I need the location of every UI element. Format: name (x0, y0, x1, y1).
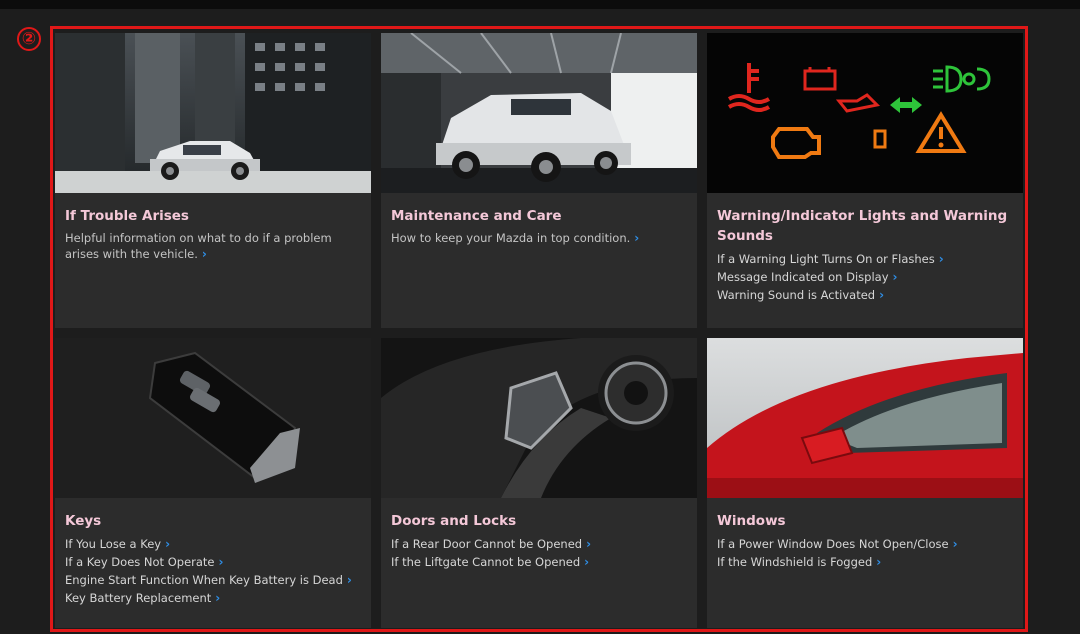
chevron-right-icon: › (876, 555, 882, 569)
card-image-key-fob (55, 338, 371, 498)
link-windshield-fogged[interactable]: If the Windshield is Fogged › (717, 553, 1015, 571)
link-rear-door[interactable]: If a Rear Door Cannot be Opened › (391, 535, 689, 553)
card-title[interactable]: Keys (65, 511, 363, 531)
card-title[interactable]: If Trouble Arises (65, 206, 363, 226)
link-engine-start-dead-battery[interactable]: Engine Start Function When Key Battery i… (65, 571, 363, 589)
card-warning-indicator-lights[interactable]: Warning/Indicator Lights and Warning Sou… (707, 33, 1023, 328)
annotation-badge: ② (17, 27, 41, 51)
card-windows[interactable]: Windows If a Power Window Does Not Open/… (707, 338, 1023, 628)
card-title[interactable]: Windows (717, 511, 1015, 531)
card-image-door-handle (381, 338, 697, 498)
top-bar (0, 0, 1080, 9)
link-lose-key[interactable]: If You Lose a Key › (65, 535, 363, 553)
chevron-right-icon: › (584, 555, 590, 569)
chevron-right-icon: › (586, 537, 592, 551)
card-image-suv-city (55, 33, 371, 193)
chevron-right-icon: › (201, 247, 207, 261)
card-title[interactable]: Warning/Indicator Lights and Warning Sou… (717, 206, 1015, 246)
chevron-right-icon: › (952, 537, 958, 551)
card-description[interactable]: How to keep your Mazda in top condition.… (391, 230, 689, 246)
link-message-display[interactable]: Message Indicated on Display › (717, 268, 1015, 286)
link-power-window[interactable]: If a Power Window Does Not Open/Close › (717, 535, 1015, 553)
link-key-not-operate[interactable]: If a Key Does Not Operate › (65, 553, 363, 571)
chevron-right-icon: › (165, 537, 171, 551)
card-image-suv-garage (381, 33, 697, 193)
card-doors-and-locks[interactable]: Doors and Locks If a Rear Door Cannot be… (381, 338, 697, 628)
card-title[interactable]: Doors and Locks (391, 511, 689, 531)
chevron-right-icon: › (879, 288, 885, 302)
link-warning-sound[interactable]: Warning Sound is Activated › (717, 286, 1015, 304)
card-if-trouble-arises[interactable]: If Trouble Arises Helpful information on… (55, 33, 371, 328)
chevron-right-icon: › (215, 591, 221, 605)
chevron-right-icon: › (346, 573, 352, 587)
chevron-right-icon: › (218, 555, 224, 569)
card-image-warning-icons (707, 33, 1023, 193)
link-key-battery-replacement[interactable]: Key Battery Replacement › (65, 589, 363, 607)
card-description[interactable]: Helpful information on what to do if a p… (65, 230, 363, 262)
card-maintenance-and-care[interactable]: Maintenance and Care How to keep your Ma… (381, 33, 697, 328)
chevron-right-icon: › (634, 231, 640, 245)
card-title[interactable]: Maintenance and Care (391, 206, 689, 226)
link-liftgate[interactable]: If the Liftgate Cannot be Opened › (391, 553, 689, 571)
chevron-right-icon: › (892, 270, 898, 284)
card-image-car-window (707, 338, 1023, 498)
chevron-right-icon: › (938, 252, 944, 266)
card-keys[interactable]: Keys If You Lose a Key › If a Key Does No… (55, 338, 371, 628)
link-warning-light[interactable]: If a Warning Light Turns On or Flashes › (717, 250, 1015, 268)
